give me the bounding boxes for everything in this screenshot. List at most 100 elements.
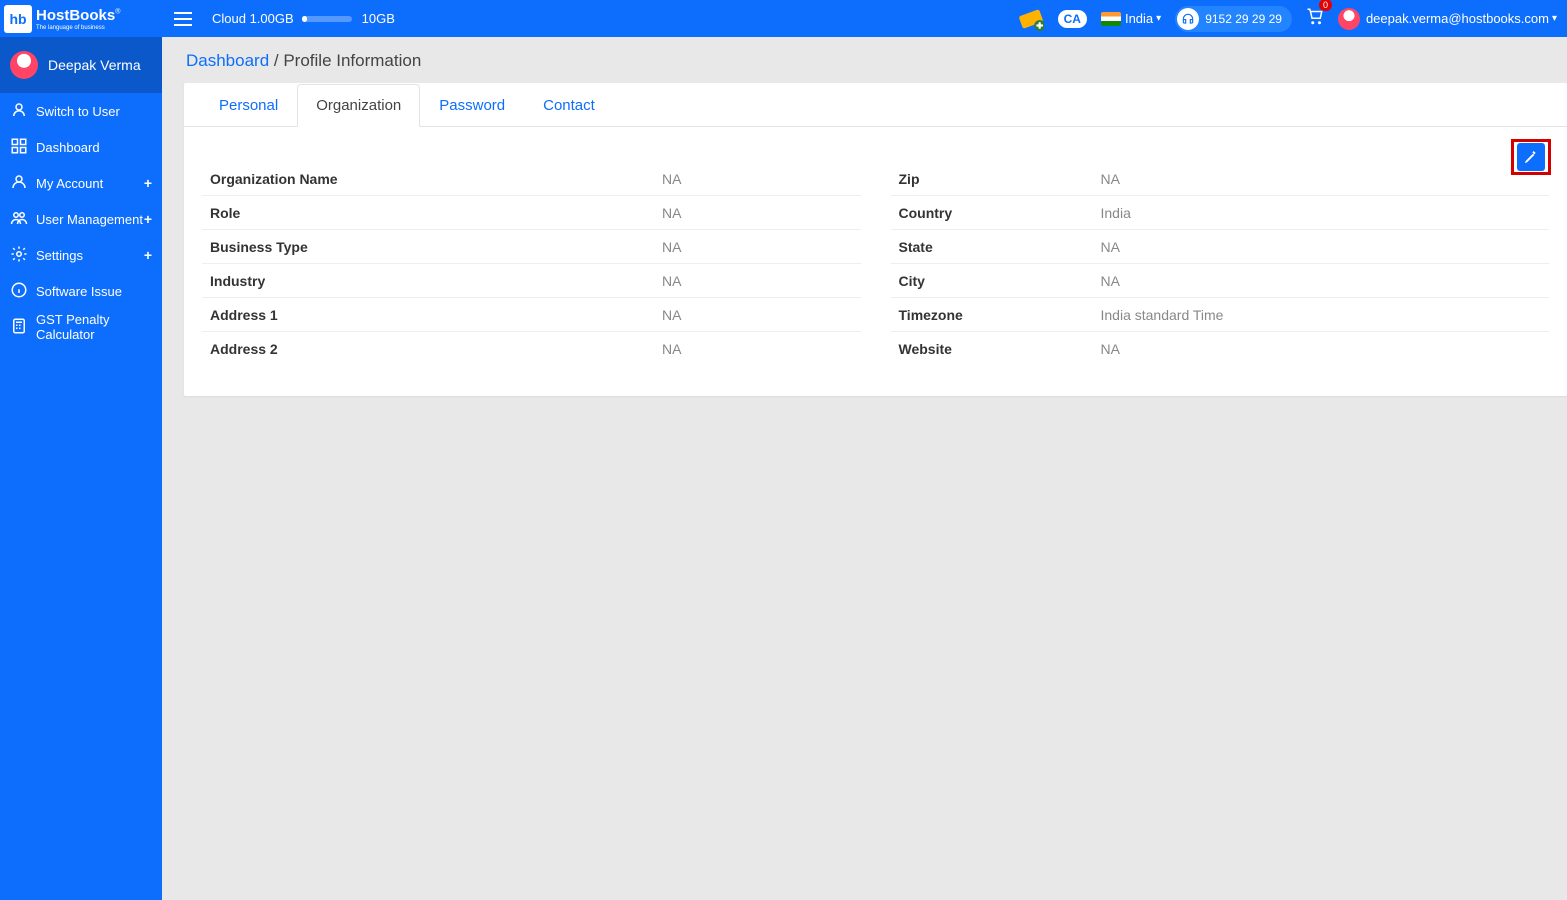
header-right: CA India ▾ 9152 29 29 29 0 deepak.verma@… <box>1018 6 1567 32</box>
menu-toggle-icon[interactable] <box>174 7 198 31</box>
field-value: NA <box>1101 273 1120 289</box>
tab-contact[interactable]: Contact <box>524 84 614 127</box>
field-label: Country <box>891 205 1101 221</box>
brand-logo[interactable]: hb HostBooks® The language of business <box>0 0 162 37</box>
field-row: Business TypeNA <box>202 230 861 264</box>
profile-card: PersonalOrganizationPasswordContact Orga… <box>184 83 1567 396</box>
sidebar-item-gst-penalty-calculator[interactable]: GST Penalty Calculator <box>0 309 162 345</box>
field-row: IndustryNA <box>202 264 861 298</box>
plus-icon: + <box>144 175 152 191</box>
breadcrumb-page: Profile Information <box>283 51 421 70</box>
org-right-column: ZipNACountryIndiaStateNACityNATimezoneIn… <box>891 162 1550 366</box>
field-label: Industry <box>202 273 662 289</box>
field-row: ZipNA <box>891 162 1550 196</box>
ca-badge[interactable]: CA <box>1058 10 1087 28</box>
sidebar-item-label: Switch to User <box>36 104 120 119</box>
top-header: hb HostBooks® The language of business C… <box>0 0 1567 37</box>
chevron-down-icon: ▾ <box>1156 13 1161 24</box>
brand-mark: hb <box>4 5 32 33</box>
sidebar-item-my-account[interactable]: My Account + <box>0 165 162 201</box>
field-row: Address 1NA <box>202 298 861 332</box>
pencil-icon <box>1523 149 1539 165</box>
field-value: India <box>1101 205 1131 221</box>
field-value: NA <box>1101 341 1120 357</box>
sidebar-item-user-management[interactable]: User Management+ <box>0 201 162 237</box>
account-icon <box>10 173 28 194</box>
cloud-total-label: 10GB <box>362 11 395 26</box>
sidebar: Deepak Verma Switch to User Dashboard My A… <box>0 37 162 900</box>
sidebar-item-label: Software Issue <box>36 284 122 299</box>
avatar-icon <box>10 51 38 79</box>
ticket-icon[interactable] <box>1018 6 1044 32</box>
field-row: TimezoneIndia standard Time <box>891 298 1550 332</box>
breadcrumb: Dashboard / Profile Information <box>162 51 1567 83</box>
field-row: CityNA <box>891 264 1550 298</box>
avatar-icon <box>1338 8 1360 30</box>
field-label: Timezone <box>891 307 1101 323</box>
sidebar-item-switch-to-user[interactable]: Switch to User <box>0 93 162 129</box>
gear-icon <box>10 245 28 266</box>
main-content: Dashboard / Profile Information Personal… <box>162 37 1567 900</box>
sidebar-user[interactable]: Deepak Verma <box>0 37 162 93</box>
field-row: Address 2NA <box>202 332 861 366</box>
tab-organization[interactable]: Organization <box>297 84 420 127</box>
field-label: Business Type <box>202 239 662 255</box>
sidebar-item-label: GST Penalty Calculator <box>36 312 152 342</box>
field-label: State <box>891 239 1101 255</box>
edit-button[interactable] <box>1517 143 1545 171</box>
user-icon <box>10 101 28 122</box>
users-icon <box>10 209 28 230</box>
field-row: Organization NameNA <box>202 162 861 196</box>
cloud-usage-bar <box>302 16 352 22</box>
field-value: NA <box>662 273 681 289</box>
field-row: CountryIndia <box>891 196 1550 230</box>
country-label: India <box>1125 11 1153 26</box>
tab-bar: PersonalOrganizationPasswordContact <box>184 83 1567 127</box>
tab-panel-organization: Organization NameNARoleNABusiness TypeNA… <box>184 127 1567 396</box>
breadcrumb-root[interactable]: Dashboard <box>186 51 269 70</box>
cart-count-badge: 0 <box>1319 0 1332 11</box>
support-phone[interactable]: 9152 29 29 29 <box>1175 6 1292 32</box>
phone-number: 9152 29 29 29 <box>1205 12 1282 26</box>
field-value: NA <box>662 171 681 187</box>
field-label: City <box>891 273 1101 289</box>
org-left-column: Organization NameNARoleNABusiness TypeNA… <box>202 162 861 366</box>
cloud-used-label: Cloud 1.00GB <box>212 11 294 26</box>
field-value: NA <box>662 341 681 357</box>
field-value: NA <box>662 239 681 255</box>
flag-icon <box>1101 12 1121 26</box>
field-value: NA <box>662 307 681 323</box>
field-value: India standard Time <box>1101 307 1224 323</box>
sidebar-item-label: User Management <box>36 212 143 227</box>
field-label: Zip <box>891 171 1101 187</box>
plus-icon: + <box>144 247 152 263</box>
field-row: RoleNA <box>202 196 861 230</box>
country-selector[interactable]: India ▾ <box>1101 11 1161 26</box>
sidebar-item-software-issue[interactable]: Software Issue <box>0 273 162 309</box>
tab-personal[interactable]: Personal <box>200 84 297 127</box>
field-label: Address 2 <box>202 341 662 357</box>
field-label: Address 1 <box>202 307 662 323</box>
field-label: Website <box>891 341 1101 357</box>
brand-tagline: The language of business <box>36 25 120 31</box>
sidebar-item-dashboard[interactable]: Dashboard <box>0 129 162 165</box>
field-value: NA <box>1101 239 1120 255</box>
user-menu[interactable]: deepak.verma@hostbooks.com ▾ <box>1338 8 1557 30</box>
sidebar-item-label: Dashboard <box>36 140 100 155</box>
field-label: Role <box>202 205 662 221</box>
sidebar-item-label: My Account <box>36 176 103 191</box>
plus-icon: + <box>144 211 152 227</box>
sidebar-item-settings[interactable]: Settings + <box>0 237 162 273</box>
field-row: WebsiteNA <box>891 332 1550 366</box>
field-label: Organization Name <box>202 171 662 187</box>
field-row: StateNA <box>891 230 1550 264</box>
user-email: deepak.verma@hostbooks.com <box>1366 11 1549 26</box>
sidebar-item-label: Settings <box>36 248 83 263</box>
field-value: NA <box>1101 171 1120 187</box>
dashboard-icon <box>10 137 28 158</box>
cart-button[interactable]: 0 <box>1306 7 1324 30</box>
sidebar-user-name: Deepak Verma <box>48 57 141 73</box>
headset-icon <box>1177 8 1199 30</box>
tab-password[interactable]: Password <box>420 84 524 127</box>
calc-icon <box>10 317 28 338</box>
